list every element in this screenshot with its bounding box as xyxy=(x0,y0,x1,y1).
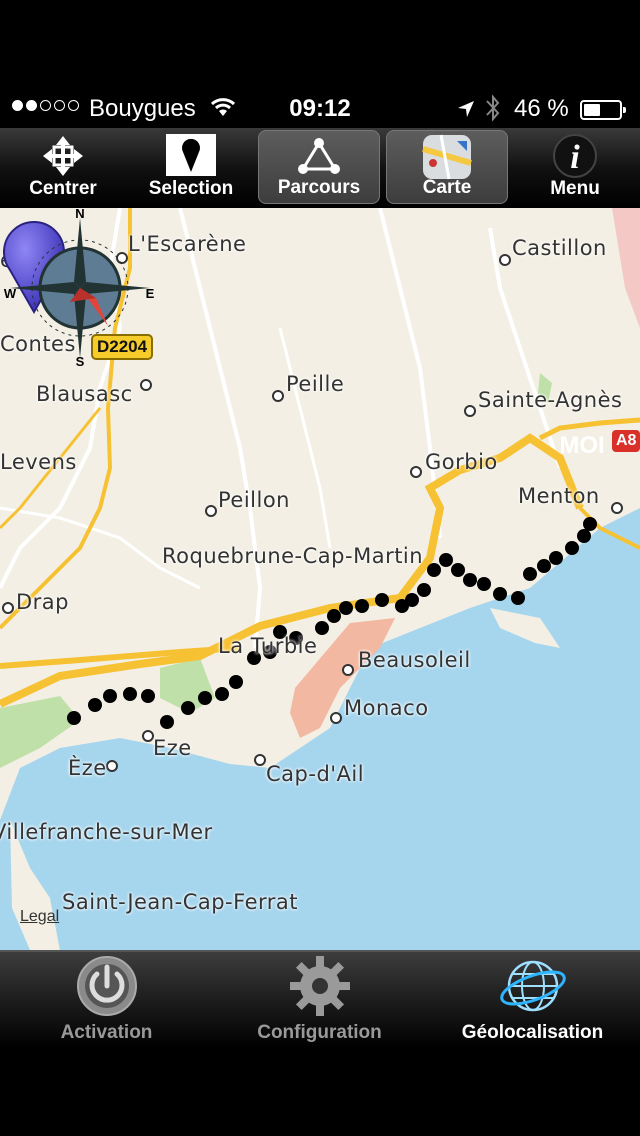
centrer-label: Centrer xyxy=(29,178,97,199)
route-point xyxy=(463,573,477,587)
map-icon xyxy=(387,133,507,181)
selection-button[interactable]: Selection xyxy=(130,130,252,204)
route-point xyxy=(229,675,243,689)
menu-button[interactable]: i Menu xyxy=(514,130,636,204)
compass-east: E xyxy=(146,286,155,301)
route-point xyxy=(583,517,597,531)
carte-label: Carte xyxy=(422,177,472,198)
top-toolbar: Centrer Selection Parcours Carte i Menu xyxy=(0,128,640,208)
tab-configuration[interactable]: Configuration xyxy=(213,952,426,1048)
battery-percent: 46 % xyxy=(514,95,569,122)
battery-icon xyxy=(580,100,626,120)
route-point xyxy=(537,559,551,573)
route-point xyxy=(315,621,329,635)
bottom-area xyxy=(0,1048,640,1136)
compass-south: S xyxy=(76,354,85,368)
route-point xyxy=(451,563,465,577)
place-label: Villefranche-sur-Mer xyxy=(0,820,213,844)
carte-button[interactable]: Carte xyxy=(386,130,508,204)
place-label: Menton xyxy=(518,484,600,508)
route-point xyxy=(523,567,537,581)
power-icon xyxy=(76,956,137,1016)
place-label: Drap xyxy=(16,590,70,614)
tab-geolocalisation[interactable]: Géolocalisation xyxy=(426,952,639,1048)
route-point xyxy=(493,587,507,601)
place-label: Blausasc xyxy=(36,382,133,406)
status-bar: Bouygues 09:12 46 % xyxy=(0,90,640,130)
compass-north: N xyxy=(75,208,84,221)
gear-icon xyxy=(289,956,350,1016)
place-label: Levens xyxy=(0,450,77,474)
parcours-label: Parcours xyxy=(277,177,361,198)
route-point xyxy=(417,583,431,597)
location-arrow-icon xyxy=(456,98,476,126)
route-point xyxy=(355,599,369,613)
tab-label: Géolocalisation xyxy=(461,1022,604,1043)
info-icon: i xyxy=(514,132,636,180)
route-point xyxy=(88,698,102,712)
svg-text:i: i xyxy=(570,139,580,176)
route-point xyxy=(160,715,174,729)
route-point xyxy=(427,563,441,577)
route-point xyxy=(215,687,229,701)
route-point xyxy=(405,593,419,607)
place-label: Cap-d'Ail xyxy=(266,762,365,786)
tab-label: Activation xyxy=(60,1022,153,1043)
place-label: Eze xyxy=(153,736,192,760)
place-label: Roquebrune-Cap-Martin xyxy=(162,544,424,568)
place-label: Castillon xyxy=(512,236,607,260)
route-point xyxy=(103,689,117,703)
route-point xyxy=(141,689,155,703)
triangle-route-icon xyxy=(259,133,379,181)
route-point xyxy=(549,551,563,565)
tab-bar: Activation Configuration Géolocalisation xyxy=(0,950,640,1048)
route-point xyxy=(565,541,579,555)
route-point xyxy=(327,609,341,623)
map-pin-icon xyxy=(130,132,252,180)
place-label: La Turbie xyxy=(218,634,318,658)
place-label: Gorbio xyxy=(425,450,498,474)
route-point xyxy=(123,687,137,701)
place-label: Saint-Jean-Cap-Ferrat xyxy=(62,890,298,914)
route-point xyxy=(181,701,195,715)
marker-label: MOI xyxy=(559,432,605,459)
tab-activation[interactable]: Activation xyxy=(0,952,213,1048)
route-point xyxy=(339,601,353,615)
place-label: Peille xyxy=(286,372,345,396)
map-view[interactable]: L'Escarène Castillon es Contes Blausasc … xyxy=(0,208,640,950)
road-shield-a8: A8 xyxy=(612,430,640,452)
route-point xyxy=(198,691,212,705)
crosshair-icon xyxy=(2,132,124,180)
place-label: Beausoleil xyxy=(358,648,471,672)
place-label: Sainte-Agnès xyxy=(478,388,623,412)
bluetooth-icon xyxy=(485,94,501,129)
compass-west: W xyxy=(4,286,17,301)
centrer-button[interactable]: Centrer xyxy=(2,130,124,204)
selection-label: Selection xyxy=(148,178,234,199)
place-label: Peillon xyxy=(218,488,290,512)
compass-icon: N S E W xyxy=(4,208,155,368)
menu-label: Menu xyxy=(550,178,600,199)
place-label: Monaco xyxy=(344,696,429,720)
route-point xyxy=(375,593,389,607)
route-point xyxy=(439,553,453,567)
route-point xyxy=(577,529,591,543)
tab-label: Configuration xyxy=(257,1022,382,1043)
sea-area xyxy=(0,508,640,950)
route-point xyxy=(511,591,525,605)
legal-link[interactable]: Legal xyxy=(20,908,59,926)
route-point xyxy=(477,577,491,591)
route-point xyxy=(67,711,81,725)
parcours-button[interactable]: Parcours xyxy=(258,130,380,204)
globe-icon xyxy=(499,960,566,1012)
place-label: Èze xyxy=(68,756,107,780)
